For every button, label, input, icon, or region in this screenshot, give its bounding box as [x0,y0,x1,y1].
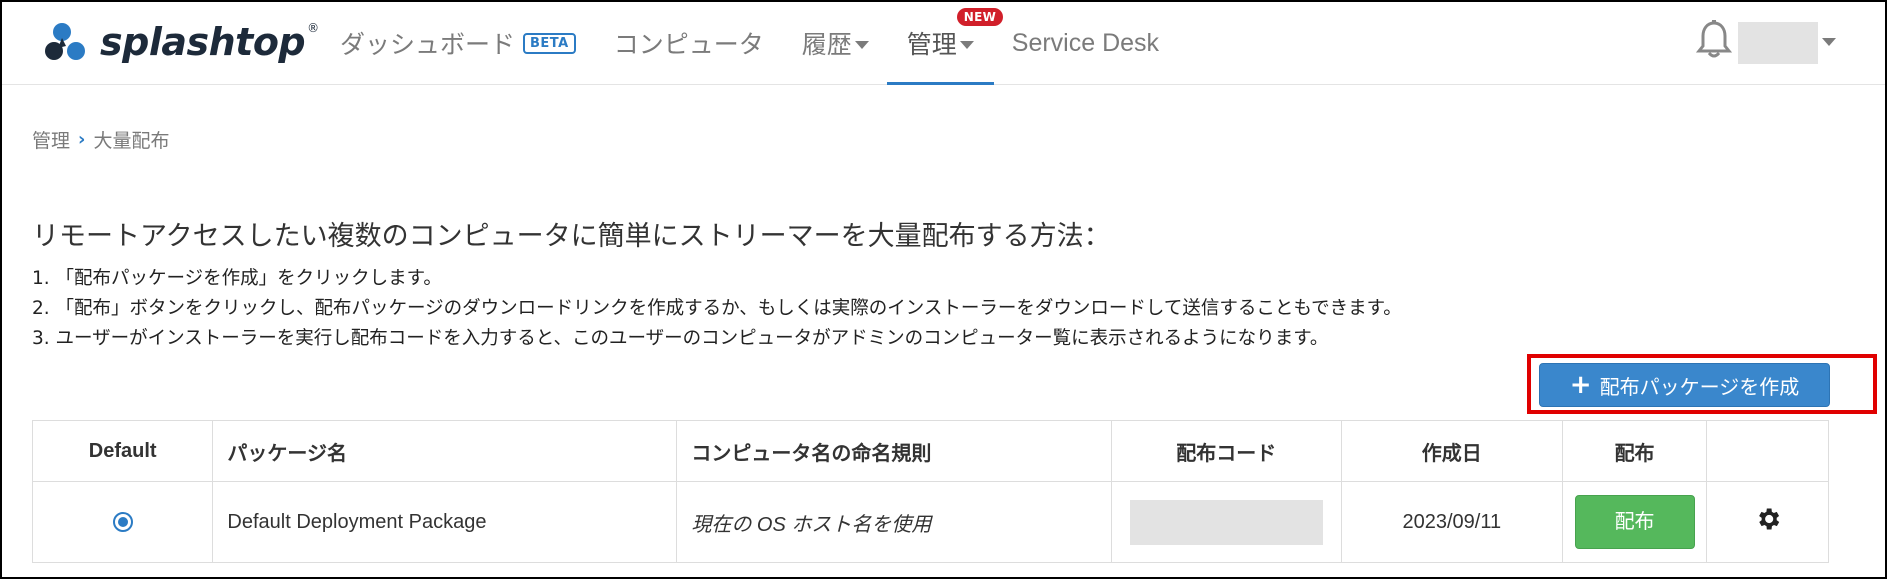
default-cell [31,481,214,563]
brand-reg: ® [307,21,320,35]
breadcrumb-current: 大量配布 [93,130,170,152]
notification-bell-icon[interactable] [1696,20,1732,60]
chevron-down-icon [959,41,974,49]
nav-dashboard[interactable]: ダッシュボード BETA [340,2,576,84]
main-nav: ダッシュボード BETA コンピュータ 履歴 管理 NEW Service De… [340,2,1197,85]
user-avatar[interactable] [1738,22,1818,64]
splashtop-logo[interactable]: splashtop ® [42,14,319,70]
brand-name: splashtop [100,20,306,64]
top-navbar: splashtop ® ダッシュボード BETA コンピュータ 履歴 管理 NE… [2,2,1885,85]
header-package-name: パッケージ名 [212,420,678,482]
header-deploy-code: 配布コード [1110,420,1342,482]
beta-badge: BETA [523,32,576,54]
header-settings [1706,420,1829,482]
nav-computers-label: コンピュータ [613,30,764,59]
gear-icon[interactable] [1754,505,1782,533]
default-radio[interactable] [112,512,133,533]
step-2: 2. 「配布」ボタンをクリックし、配布パッケージのダウンロードリンクを作成するか… [32,298,1402,319]
header-deploy: 配布 [1562,420,1708,482]
table-header-row: Default パッケージ名 コンピュータ名の命名規則 配布コード 作成日 配布 [31,420,1829,482]
header-default: Default [31,420,214,482]
new-badge: NEW [956,8,1004,26]
package-table: Default パッケージ名 コンピュータ名の命名規則 配布コード 作成日 配布… [31,420,1829,563]
create-package-label: 配布パッケージを作成 [1599,374,1800,399]
step-1: 1. 「配布パッケージを作成」をクリックします。 [32,268,442,289]
nav-computers[interactable]: コンピュータ [614,2,764,84]
breadcrumb: 管理 › 大量配布 [32,126,169,153]
settings-cell [1706,481,1829,563]
page-heading: リモートアクセスしたい複数のコンピュータに簡単にストリーマーを大量配布する方法： [32,221,1111,252]
create-package-button[interactable]: + 配布パッケージを作成 [1539,363,1830,407]
chevron-down-icon [854,41,869,49]
user-menu-chevron-down-icon[interactable] [1822,38,1836,46]
plus-icon: + [1569,370,1592,400]
deploy-code-cell [1110,481,1342,563]
instruction-steps: 1. 「配布パッケージを作成」をクリックします。 2. 「配布」ボタンをクリック… [32,264,1402,354]
nav-dashboard-label: ダッシュボード [340,30,516,59]
breadcrumb-parent[interactable]: 管理 [32,126,70,153]
created-cell: 2023/09/11 [1340,481,1564,563]
chevron-right-icon: › [78,129,86,150]
splashtop-logo-icon [45,23,85,60]
app-frame: splashtop ® ダッシュボード BETA コンピュータ 履歴 管理 NE… [0,0,1887,579]
step-3: 3. ユーザーがインストーラーを実行し配布コードを入力すると、このユーザーのコン… [32,328,1329,349]
nav-service-desk-label: Service Desk [1011,28,1160,57]
deploy-code-value [1129,499,1323,545]
table-row: Default Deployment Package 現在の OS ホスト名を使… [31,481,1829,563]
nav-history-label: 履歴 [801,30,852,59]
package-name-cell: Default Deployment Package [212,481,678,563]
naming-rule-cell: 現在の OS ホスト名を使用 [676,481,1112,563]
deploy-button[interactable]: 配布 [1574,495,1695,549]
header-naming-rule: コンピュータ名の命名規則 [676,420,1112,482]
deploy-cell: 配布 [1562,481,1708,563]
nav-service-desk[interactable]: Service Desk [1012,2,1159,84]
header-created: 作成日 [1340,420,1564,482]
nav-history[interactable]: 履歴 [802,2,869,84]
nav-manage[interactable]: 管理 NEW [886,2,1004,85]
nav-manage-label: 管理 [906,30,957,59]
